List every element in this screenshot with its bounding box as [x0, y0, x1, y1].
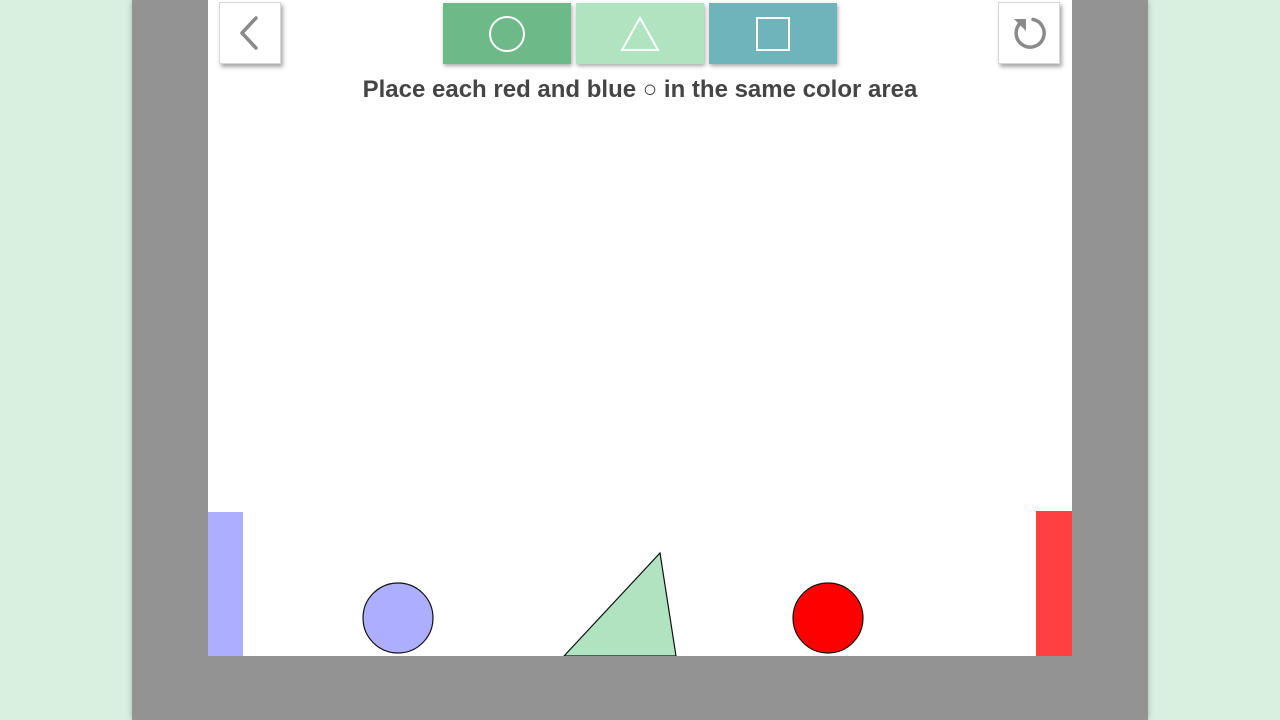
blue-ball[interactable]	[362, 582, 434, 654]
playfield	[362, 551, 864, 656]
game-stage: Place each red and blue ○ in the same co…	[208, 0, 1072, 656]
red-ball[interactable]	[792, 582, 864, 654]
green-triangle[interactable]	[563, 551, 677, 656]
